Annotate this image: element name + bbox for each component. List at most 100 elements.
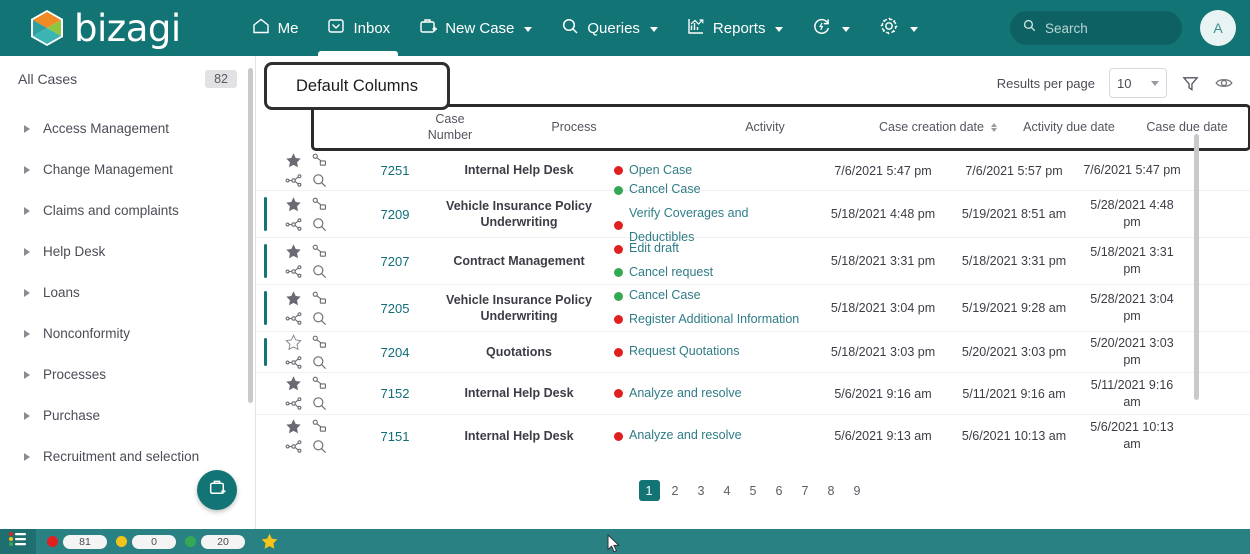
- sidebar-all-cases[interactable]: All Cases 82: [0, 56, 255, 98]
- nav-item-settings[interactable]: [864, 0, 932, 56]
- process-preview-icon[interactable]: [311, 196, 328, 213]
- cell-process: Contract Management: [453, 253, 585, 268]
- star-filled-icon[interactable]: [285, 290, 302, 307]
- table-row[interactable]: 7209 Vehicle Insurance Policy Underwriti…: [256, 182, 1250, 244]
- star-filled-icon[interactable]: [285, 196, 302, 213]
- eye-icon[interactable]: [1214, 73, 1234, 93]
- page-button-6[interactable]: 6: [769, 480, 790, 501]
- page-button-4[interactable]: 4: [717, 480, 738, 501]
- results-per-page-select[interactable]: 10: [1109, 68, 1167, 98]
- page-button-1[interactable]: 1: [638, 480, 660, 501]
- activity-item[interactable]: Cancel request: [614, 261, 811, 285]
- workflow-icon[interactable]: [285, 354, 302, 371]
- th-activity[interactable]: Activity: [659, 120, 871, 136]
- workflow-icon[interactable]: [285, 263, 302, 280]
- process-preview-icon[interactable]: [311, 375, 328, 392]
- nav-item-reports[interactable]: Reports: [672, 0, 798, 56]
- th-activity-due-date[interactable]: Activity due date: [1005, 120, 1133, 136]
- table-row[interactable]: 7204 Quotations Request Quotations 5/18/…: [256, 332, 1250, 373]
- th-case-number[interactable]: Case Number: [411, 112, 489, 143]
- page-button-9[interactable]: 9: [847, 480, 868, 501]
- sidebar-item-loans[interactable]: Loans: [0, 272, 255, 313]
- star-filled-icon[interactable]: [285, 243, 302, 260]
- nav-item-new-case[interactable]: New Case: [404, 0, 546, 56]
- search-case-icon[interactable]: [311, 438, 328, 455]
- th-case-due-date[interactable]: Case due date: [1133, 120, 1241, 136]
- nav-item-refresh[interactable]: [797, 0, 864, 56]
- activity-label: Cancel Case: [629, 182, 701, 197]
- sidebar-item-claims-and-complaints[interactable]: Claims and complaints: [0, 190, 255, 231]
- cell-case-number[interactable]: 7152: [356, 386, 434, 401]
- process-preview-icon[interactable]: [311, 334, 328, 351]
- sort-arrows-icon[interactable]: [990, 123, 997, 132]
- cell-case-number[interactable]: 7205: [356, 301, 434, 316]
- workflow-icon[interactable]: [285, 216, 302, 233]
- process-preview-icon[interactable]: [311, 152, 328, 169]
- star-filled-icon[interactable]: [285, 375, 302, 392]
- page-button-3[interactable]: 3: [691, 480, 712, 501]
- status-menu-button[interactable]: [0, 529, 36, 554]
- activity-item[interactable]: Analyze and resolve: [614, 382, 811, 406]
- star-filled-icon[interactable]: [285, 418, 302, 435]
- search-case-icon[interactable]: [311, 216, 328, 233]
- cell-case-number[interactable]: 7204: [356, 345, 434, 360]
- page-button-7[interactable]: 7: [795, 480, 816, 501]
- status-counter-at-risk[interactable]: 0: [116, 534, 176, 549]
- brand-logo[interactable]: bizagi: [30, 9, 181, 47]
- cell-case-due-date: 5/28/2021 4:48 pm: [1090, 198, 1174, 229]
- cell-case-number[interactable]: 7207: [356, 254, 434, 269]
- activity-item[interactable]: Request Quotations: [614, 340, 811, 364]
- nav-item-queries[interactable]: Queries: [546, 0, 672, 56]
- nav-item-me[interactable]: Me: [237, 0, 313, 56]
- star-filled-icon[interactable]: [285, 152, 302, 169]
- sidebar-item-help-desk[interactable]: Help Desk: [0, 231, 255, 272]
- sidebar-item-purchase[interactable]: Purchase: [0, 395, 255, 436]
- page-button-8[interactable]: 8: [821, 480, 842, 501]
- sidebar-scrollbar[interactable]: [248, 68, 253, 403]
- funnel-icon[interactable]: [1181, 74, 1200, 93]
- activity-item[interactable]: Cancel Case: [614, 178, 811, 202]
- table-row[interactable]: 7152 Internal Help Desk Analyze and reso…: [256, 373, 1250, 415]
- process-preview-icon[interactable]: [311, 290, 328, 307]
- process-preview-icon[interactable]: [311, 243, 328, 260]
- search-case-icon[interactable]: [311, 395, 328, 412]
- cell-case-number[interactable]: 7251: [356, 163, 434, 178]
- cell-case-number[interactable]: 7151: [356, 429, 434, 444]
- star-outline-icon[interactable]: [284, 333, 302, 351]
- search-case-icon[interactable]: [311, 172, 328, 189]
- cell-case-number[interactable]: 7209: [356, 207, 434, 222]
- search-case-icon[interactable]: [311, 263, 328, 280]
- sidebar-item-processes[interactable]: Processes: [0, 354, 255, 395]
- search-case-icon[interactable]: [311, 354, 328, 371]
- table-row[interactable]: 7207 Contract Management Edit draft Canc…: [256, 238, 1250, 285]
- table-scrollbar[interactable]: [1194, 134, 1199, 400]
- sidebar-item-change-management[interactable]: Change Management: [0, 149, 255, 190]
- star-filled-icon[interactable]: [260, 532, 279, 551]
- activity-item[interactable]: Cancel Case: [614, 284, 811, 308]
- nav-item-inbox[interactable]: Inbox: [312, 0, 404, 56]
- activity-item[interactable]: Register Additional Information: [614, 308, 811, 332]
- activity-item[interactable]: Analyze and resolve: [614, 424, 811, 448]
- page-button-2[interactable]: 2: [665, 480, 686, 501]
- workflow-icon[interactable]: [285, 310, 302, 327]
- status-dot-green: [614, 268, 623, 278]
- th-process[interactable]: Process: [489, 120, 659, 136]
- new-case-fab-button[interactable]: [197, 470, 237, 510]
- page-button-5[interactable]: 5: [743, 480, 764, 501]
- workflow-icon[interactable]: [285, 172, 302, 189]
- workflow-icon[interactable]: [285, 438, 302, 455]
- sidebar-item-access-management[interactable]: Access Management: [0, 108, 255, 149]
- activity-item[interactable]: Edit draft: [614, 237, 811, 261]
- th-case-creation-date[interactable]: Case creation date: [871, 120, 1005, 136]
- process-preview-icon[interactable]: [311, 418, 328, 435]
- status-counter-on-time[interactable]: 20: [185, 534, 245, 549]
- table-row[interactable]: 7205 Vehicle Insurance Policy Underwriti…: [256, 285, 1250, 332]
- avatar[interactable]: A: [1200, 10, 1236, 46]
- search-input[interactable]: [1045, 20, 1165, 36]
- sidebar-item-nonconformity[interactable]: Nonconformity: [0, 313, 255, 354]
- status-counter-overdue[interactable]: 81: [47, 534, 107, 549]
- search-case-icon[interactable]: [311, 310, 328, 327]
- table-row[interactable]: 7151 Internal Help Desk Analyze and reso…: [256, 415, 1250, 457]
- global-search[interactable]: [1010, 11, 1182, 45]
- workflow-icon[interactable]: [285, 395, 302, 412]
